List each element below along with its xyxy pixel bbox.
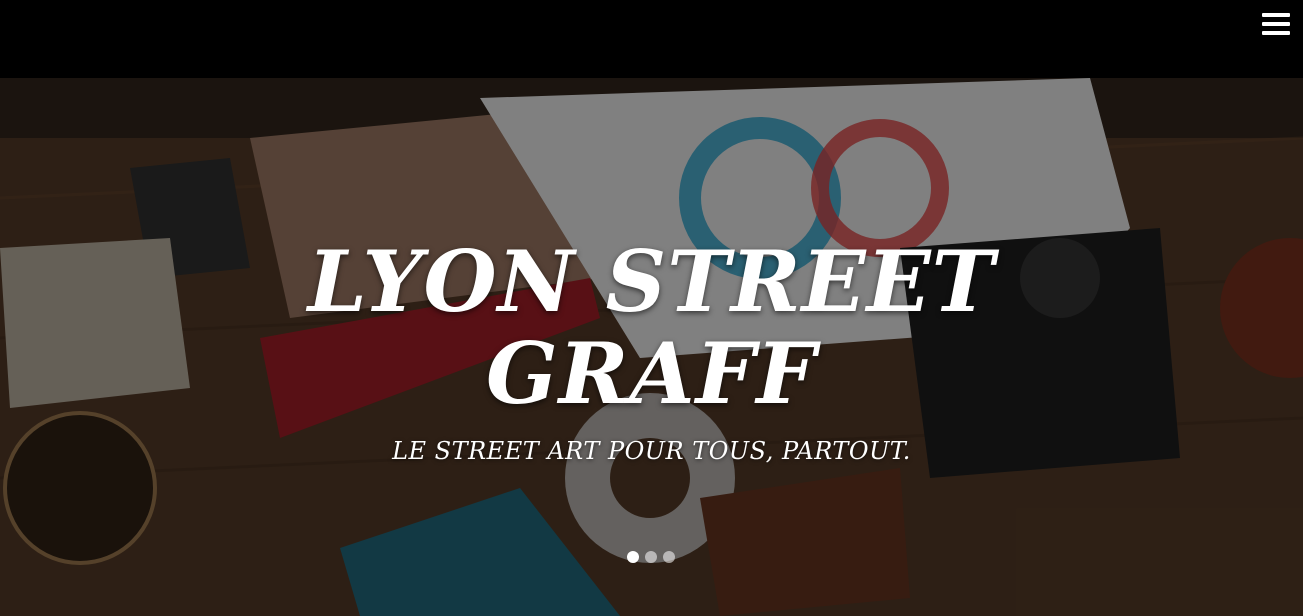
menu-line <box>1262 31 1290 35</box>
carousel-dot-2[interactable] <box>645 551 657 563</box>
menu-line <box>1262 13 1290 17</box>
hamburger-menu-icon[interactable] <box>1262 12 1290 36</box>
hero-title: LYON STREET GRAFF <box>307 232 996 423</box>
menu-line <box>1262 22 1290 26</box>
top-navigation-bar <box>0 0 1303 78</box>
carousel-dot-1[interactable] <box>627 551 639 563</box>
hero-subtitle: LE STREET ART POUR TOUS, PARTOUT. <box>392 437 911 465</box>
carousel-dot-3[interactable] <box>663 551 675 563</box>
carousel-indicators <box>627 551 675 565</box>
hero-carousel: LYON STREET GRAFF LE STREET ART POUR TOU… <box>0 78 1303 616</box>
hero-content: LYON STREET GRAFF LE STREET ART POUR TOU… <box>0 78 1303 616</box>
